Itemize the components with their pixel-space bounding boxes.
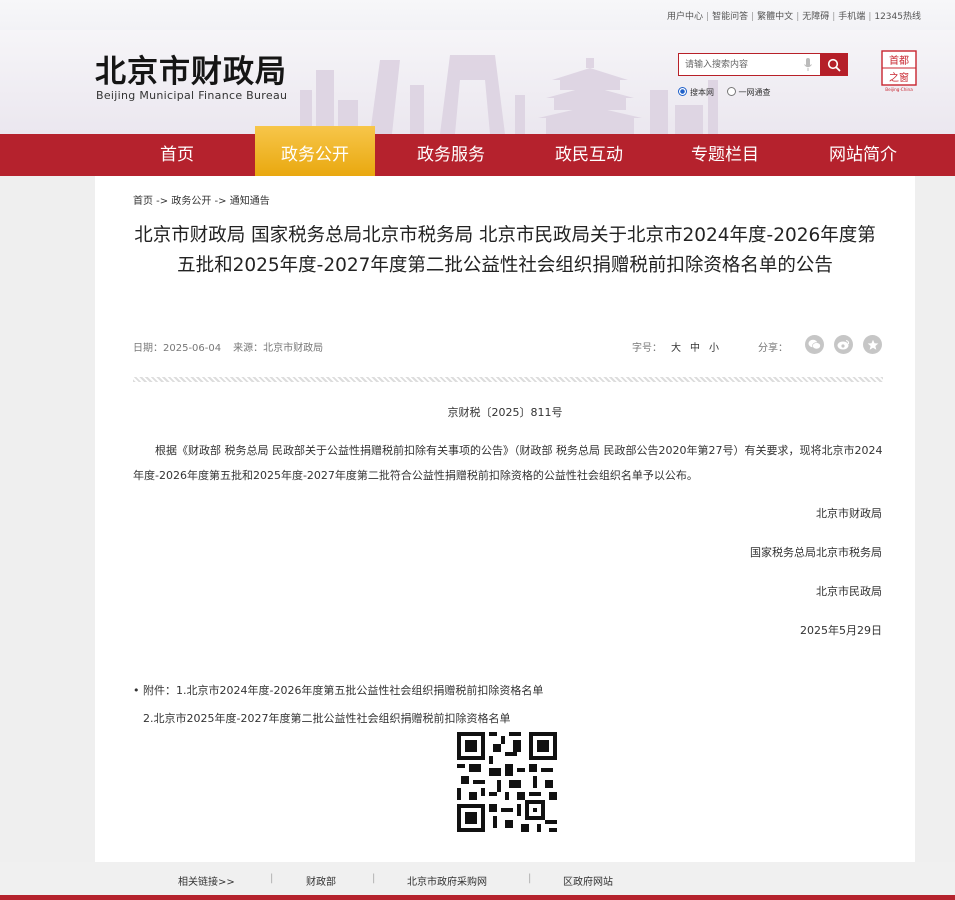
star-icon: [867, 339, 878, 350]
separator: |: [796, 12, 800, 22]
search-icon: [827, 58, 841, 72]
separator: |: [706, 12, 710, 22]
radio-checked-icon: [678, 87, 687, 96]
font-size-label: 字号：: [632, 343, 662, 354]
site-header: 北京市财政局 Beijing Municipal Finance Bureau …: [0, 30, 955, 134]
footer-link-procurement[interactable]: 北京市政府采购网: [407, 873, 487, 888]
font-size-medium[interactable]: 中: [690, 343, 700, 354]
nav-interaction[interactable]: 政民互动: [529, 134, 649, 176]
article-source: 来源：北京市财政局: [233, 343, 324, 354]
separator: |: [832, 12, 836, 22]
top-bar: 用户中心 | 智能问答 | 繁體中文 | 无障碍 | 手机端 | 12345热线: [0, 0, 955, 30]
search-input[interactable]: [679, 54, 811, 75]
nav-topics[interactable]: 专题栏目: [665, 134, 785, 176]
footer-link-district-gov[interactable]: 区政府网站: [563, 873, 613, 888]
signature-tax-bureau: 国家税务总局北京市税务局: [750, 546, 882, 559]
article-meta: 日期：2025-06-04 来源：北京市财政局: [133, 339, 335, 354]
signature-date: 2025年5月29日: [800, 624, 882, 637]
signature-finance-bureau: 北京市财政局: [816, 507, 882, 520]
wechat-icon: [808, 339, 821, 350]
weibo-share-icon[interactable]: [834, 335, 853, 354]
article-container: 首页 -> 政务公开 -> 通知通告 北京市财政局 国家税务总局北京市税务局 北…: [95, 176, 915, 862]
svg-text:首都: 首都: [889, 54, 909, 67]
article-title: 北京市财政局 国家税务总局北京市税务局 北京市民政局关于北京市2024年度-20…: [134, 225, 876, 276]
weibo-icon: [837, 339, 850, 350]
wechat-share-icon[interactable]: [805, 335, 824, 354]
font-size-small[interactable]: 小: [709, 343, 719, 354]
favorite-share-icon[interactable]: [863, 335, 882, 354]
capital-window-badge[interactable]: 首都 之窗 Beijing·China: [880, 49, 920, 93]
microphone-icon[interactable]: [803, 58, 813, 72]
attachment-link-1[interactable]: • 附件：1.北京市2024年度-2026年度第五批公益性社会组织捐赠税前扣除资…: [133, 682, 543, 698]
site-logo-title[interactable]: 北京市财政局: [95, 46, 287, 91]
related-links-label: 相关链接>>: [178, 877, 235, 888]
breadcrumb[interactable]: 首页 -> 政务公开 -> 通知通告: [133, 192, 270, 207]
footer-links: 相关链接>> | 财政部 | 北京市政府采购网 | 区政府网站: [0, 862, 955, 895]
hotline-link[interactable]: 12345热线: [874, 12, 921, 22]
signature-civil-affairs: 北京市民政局: [816, 585, 882, 598]
radio-this-site[interactable]: 搜本网: [678, 87, 714, 98]
smart-qa-link[interactable]: 智能问答: [712, 12, 748, 22]
nav-gov-services[interactable]: 政务服务: [391, 134, 511, 176]
search-button[interactable]: [820, 54, 847, 75]
nav-gov-affairs[interactable]: 政务公开: [255, 126, 375, 176]
font-size-control: 字号： 大中小: [632, 339, 719, 354]
article-date: 日期：2025-06-04: [133, 343, 222, 354]
svg-text:之窗: 之窗: [889, 71, 909, 84]
search-scope: 搜本网 一网通查: [678, 87, 781, 98]
radio-all-sites[interactable]: 一网通查: [726, 87, 771, 98]
nav-about[interactable]: 网站简介: [803, 134, 923, 176]
attachment-link-2[interactable]: 2.北京市2025年度-2027年度第二批公益性社会组织捐赠税前扣除资格名单: [143, 710, 510, 726]
radio-unchecked-icon: [726, 87, 736, 96]
footer-link-mof[interactable]: 财政部: [306, 873, 336, 888]
nav-home[interactable]: 首页: [117, 134, 237, 176]
site-logo-subtitle: Beijing Municipal Finance Bureau: [96, 89, 288, 102]
top-links: 用户中心 | 智能问答 | 繁體中文 | 无障碍 | 手机端 | 12345热线: [667, 9, 921, 22]
separator: |: [751, 12, 755, 22]
qr-code: [457, 732, 557, 832]
share-label: 分享：: [758, 343, 788, 354]
article-body: 根据《财政部 税务总局 民政部关于公益性捐赠税前扣除有关事项的公告》（财政部 税…: [133, 444, 883, 482]
separator: |: [372, 873, 376, 884]
main-nav: 首页 政务公开 政务服务 政民互动 专题栏目 网站简介: [0, 126, 955, 176]
traditional-chinese-link[interactable]: 繁體中文: [757, 12, 793, 22]
separator: |: [270, 873, 274, 884]
skyline-illustration: [300, 55, 718, 134]
accessibility-link[interactable]: 无障碍: [802, 12, 829, 22]
footer-bar: [0, 895, 955, 900]
font-size-large[interactable]: 大: [671, 343, 681, 354]
separator: |: [868, 12, 872, 22]
separator: |: [528, 873, 532, 884]
article-divider: [133, 377, 883, 382]
svg-text:Beijing·China: Beijing·China: [885, 87, 913, 92]
search-box: [678, 53, 848, 76]
user-center-link[interactable]: 用户中心: [667, 12, 703, 22]
document-number: 京财税〔2025〕811号: [447, 406, 563, 419]
mobile-link[interactable]: 手机端: [838, 12, 865, 22]
